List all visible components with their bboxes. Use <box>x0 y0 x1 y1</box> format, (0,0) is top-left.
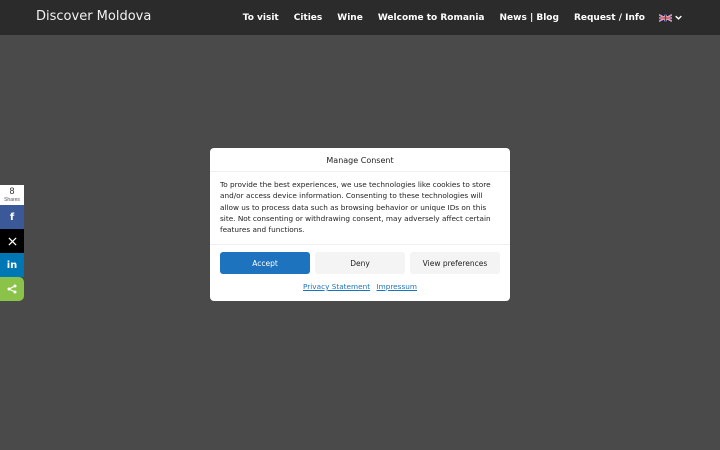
divider <box>210 171 510 172</box>
share-count-value: 8 <box>9 186 15 196</box>
site-brand[interactable]: Discover Moldova <box>36 9 151 24</box>
main-nav: To visit Cities Wine Welcome to Romania … <box>228 0 682 35</box>
accept-button[interactable]: Accept <box>220 252 310 274</box>
share-icon <box>7 284 17 294</box>
uk-flag-icon <box>659 13 672 22</box>
nav-item-welcome-romania[interactable]: Welcome to Romania <box>378 13 485 23</box>
privacy-statement-link[interactable]: Privacy Statement <box>303 282 370 291</box>
linkedin-share-button[interactable]: in <box>0 253 24 277</box>
nav-item-to-visit[interactable]: To visit <box>243 13 279 23</box>
consent-links: Privacy Statement Impressum <box>210 282 510 291</box>
impressum-link[interactable]: Impressum <box>376 282 417 291</box>
consent-dialog: Manage Consent To provide the best exper… <box>210 148 510 301</box>
x-share-button[interactable] <box>0 229 24 253</box>
nav-item-request-info[interactable]: Request / Info <box>574 13 645 23</box>
site-header: Discover Moldova To visit Cities Wine We… <box>0 0 720 35</box>
chevron-down-icon <box>675 15 682 20</box>
generic-share-button[interactable] <box>0 277 24 301</box>
facebook-icon: f <box>9 211 15 223</box>
divider <box>210 244 510 245</box>
nav-item-cities[interactable]: Cities <box>294 13 323 23</box>
linkedin-icon: in <box>6 259 18 271</box>
language-switcher[interactable] <box>659 13 682 22</box>
view-preferences-button[interactable]: View preferences <box>410 252 500 274</box>
deny-button[interactable]: Deny <box>315 252 405 274</box>
nav-item-wine[interactable]: Wine <box>337 13 363 23</box>
consent-title: Manage Consent <box>326 156 394 165</box>
consent-message: To provide the best experiences, we use … <box>220 180 491 235</box>
share-counter: 8 Shares <box>0 185 24 205</box>
share-count-label: Shares <box>4 197 20 203</box>
facebook-share-button[interactable]: f <box>0 205 24 229</box>
nav-item-news-blog[interactable]: News | Blog <box>500 13 559 23</box>
x-twitter-icon <box>7 236 17 246</box>
